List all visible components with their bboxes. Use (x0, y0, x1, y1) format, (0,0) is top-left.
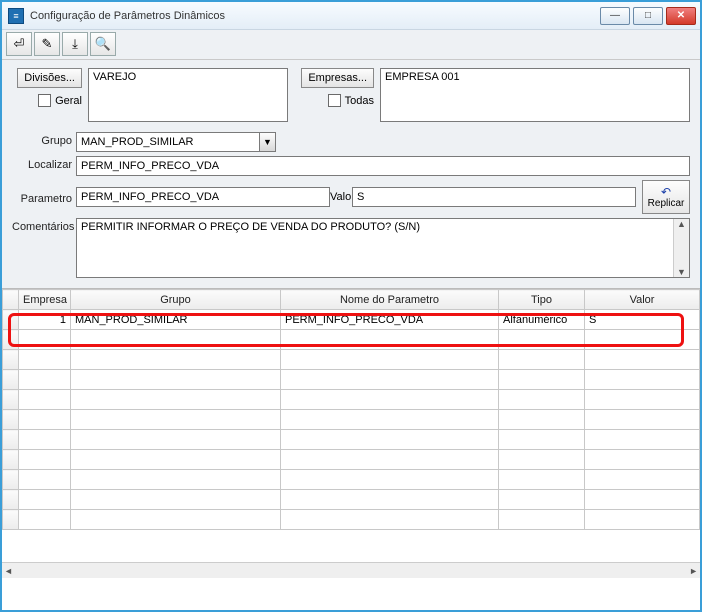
grupo-label: Grupo (12, 132, 76, 147)
col-valor[interactable]: Valor (585, 290, 700, 310)
scrollbar-horizontal[interactable]: ◄ ► (2, 562, 700, 578)
localizar-input[interactable]: PERM_INFO_PRECO_VDA (76, 156, 690, 176)
table-row[interactable] (3, 470, 700, 490)
col-grupo[interactable]: Grupo (71, 290, 281, 310)
toolbar: ⏎ ✎ ⤓ 🔍 (2, 30, 700, 60)
valor-value: S (357, 191, 364, 203)
content-area: Divisões... Geral VAREJO Empresas... Tod… (2, 60, 700, 288)
replicar-button[interactable]: ↶ Replicar (642, 180, 690, 214)
grupo-select[interactable]: MAN_PROD_SIMILAR ▼ (76, 132, 276, 152)
table-row[interactable] (3, 430, 700, 450)
cell-empresa[interactable]: 1 (19, 310, 71, 330)
table-row[interactable] (3, 450, 700, 470)
table-row[interactable] (3, 390, 700, 410)
cell-valor[interactable]: S (585, 310, 700, 330)
row-header-corner (3, 290, 19, 310)
cell-tipo[interactable]: Alfanumérico (499, 310, 585, 330)
exit-icon[interactable]: ⏎ (6, 32, 32, 56)
table-row[interactable] (3, 350, 700, 370)
titlebar: ≡ Configuração de Parâmetros Dinâmicos —… (2, 2, 700, 30)
table-row[interactable] (3, 490, 700, 510)
undo-icon: ↶ (661, 186, 671, 198)
minimize-button[interactable]: — (600, 7, 630, 25)
todas-checkbox[interactable]: Todas (328, 94, 374, 107)
cell-nome[interactable]: PERM_INFO_PRECO_VDA (281, 310, 499, 330)
window-title: Configuração de Parâmetros Dinâmicos (30, 10, 600, 22)
parameters-table: Empresa Grupo Nome do Parametro Tipo Val… (2, 289, 700, 530)
col-empresa[interactable]: Empresa (19, 290, 71, 310)
comentarios-label: Comentários (12, 218, 76, 233)
table-row[interactable]: 1 MAN_PROD_SIMILAR PERM_INFO_PRECO_VDA A… (3, 310, 700, 330)
parametro-value: PERM_INFO_PRECO_VDA (81, 191, 219, 203)
eraser-icon[interactable]: ✎ (34, 32, 60, 56)
table-header-row: Empresa Grupo Nome do Parametro Tipo Val… (3, 290, 700, 310)
valor-input[interactable]: S (352, 187, 636, 207)
todas-label: Todas (345, 95, 374, 107)
table-row[interactable] (3, 410, 700, 430)
binoculars-icon[interactable]: 🔍 (90, 32, 116, 56)
save-icon[interactable]: ⤓ (62, 32, 88, 56)
row-header[interactable] (3, 310, 19, 330)
divisoes-value: VAREJO (93, 71, 136, 83)
table-row[interactable] (3, 370, 700, 390)
scroll-left-icon[interactable]: ◄ (4, 566, 13, 576)
replicar-label: Replicar (648, 198, 685, 209)
maximize-button[interactable]: □ (633, 7, 663, 25)
empresas-textarea[interactable]: EMPRESA 001 (380, 68, 690, 122)
grupo-value: MAN_PROD_SIMILAR (77, 136, 259, 148)
divisoes-button[interactable]: Divisões... (17, 68, 82, 88)
geral-label: Geral (55, 95, 82, 107)
col-nome[interactable]: Nome do Parametro (281, 290, 499, 310)
chevron-down-icon[interactable]: ▼ (259, 133, 275, 151)
comentarios-textarea[interactable]: PERMITIR INFORMAR O PREÇO DE VENDA DO PR… (76, 218, 690, 278)
empresas-value: EMPRESA 001 (385, 71, 460, 83)
table-row[interactable] (3, 330, 700, 350)
empresas-button[interactable]: Empresas... (301, 68, 374, 88)
table-row[interactable] (3, 510, 700, 530)
divisoes-textarea[interactable]: VAREJO (88, 68, 288, 122)
col-tipo[interactable]: Tipo (499, 290, 585, 310)
localizar-value: PERM_INFO_PRECO_VDA (81, 160, 219, 172)
cell-grupo[interactable]: MAN_PROD_SIMILAR (71, 310, 281, 330)
localizar-label: Localizar (12, 156, 76, 171)
parametro-label: Parametro (12, 190, 76, 205)
parametro-input[interactable]: PERM_INFO_PRECO_VDA (76, 187, 330, 207)
geral-checkbox[interactable]: Geral (38, 94, 82, 107)
scroll-right-icon[interactable]: ► (689, 566, 698, 576)
scrollbar-vertical[interactable]: ▲▼ (673, 219, 689, 277)
valor-label: Valor (330, 191, 352, 203)
app-icon: ≡ (8, 8, 24, 24)
comentarios-value: PERMITIR INFORMAR O PREÇO DE VENDA DO PR… (81, 221, 420, 233)
grid-area: Empresa Grupo Nome do Parametro Tipo Val… (2, 288, 700, 578)
close-button[interactable]: ✕ (666, 7, 696, 25)
